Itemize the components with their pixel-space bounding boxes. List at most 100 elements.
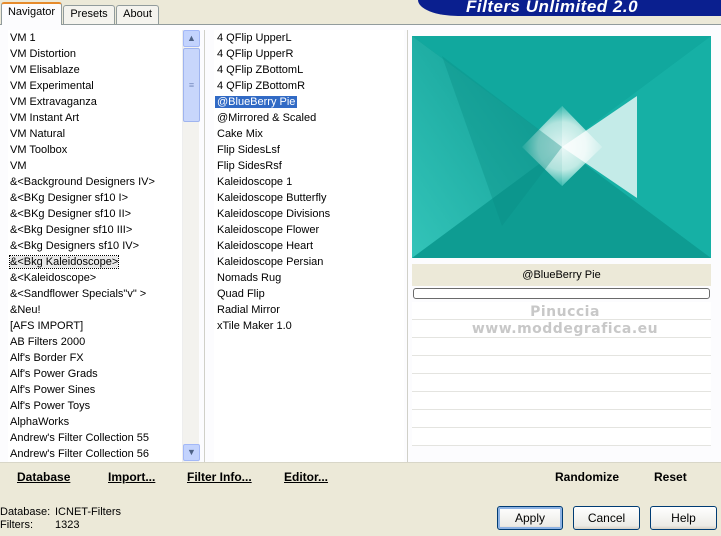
list-item-label: VM Experimental	[10, 80, 94, 92]
list-item-label: Kaleidoscope Persian	[217, 256, 324, 268]
list-item-label: Kaleidoscope Butterfly	[217, 192, 327, 204]
list-item-label: Radial Mirror	[217, 304, 280, 316]
list-item[interactable]: VM Natural	[8, 126, 182, 142]
list-item[interactable]: VM Elisablaze	[8, 62, 182, 78]
list-item[interactable]: &<Bkg Kaleidoscope>	[8, 254, 182, 270]
list-item-label: Quad Flip	[217, 288, 265, 300]
tab-about[interactable]: About	[116, 5, 159, 24]
list-item[interactable]: Alf's Power Toys	[8, 398, 182, 414]
list-item-label: VM Toolbox	[10, 144, 68, 156]
list-item[interactable]: AlphaWorks	[8, 414, 182, 430]
chevron-up-icon[interactable]: ▲	[183, 30, 200, 47]
list-item[interactable]: &<Background Designers IV>	[8, 174, 182, 190]
divider	[204, 30, 205, 462]
filter-info-link[interactable]: Filter Info...	[187, 470, 252, 484]
list-item[interactable]: Andrew's Filter Collection 55	[8, 430, 182, 446]
list-item[interactable]: Kaleidoscope Flower	[214, 222, 404, 238]
list-item-label: &<Sandflower Specials"v" >	[10, 288, 147, 300]
list-item-label: Kaleidoscope Flower	[217, 224, 320, 236]
tab-navigator[interactable]: Navigator	[1, 2, 62, 25]
list-item[interactable]: @Mirrored & Scaled	[214, 110, 404, 126]
editor-link[interactable]: Editor...	[284, 470, 328, 484]
database-link[interactable]: Database	[17, 470, 70, 484]
list-item-label: 4 QFlip UpperR	[217, 48, 294, 60]
list-item[interactable]: 4 QFlip UpperR	[214, 46, 404, 62]
list-item-label: Alf's Power Grads	[10, 368, 98, 380]
list-item-label: AlphaWorks	[10, 416, 70, 428]
list-item[interactable]: &<Kaleidoscope>	[8, 270, 182, 286]
list-item-label: AB Filters 2000	[10, 336, 86, 348]
list-item-label: Cake Mix	[217, 128, 263, 140]
list-item[interactable]: Radial Mirror	[214, 302, 404, 318]
list-item[interactable]: Alf's Power Grads	[8, 366, 182, 382]
scrollbar-thumb[interactable]: ≡	[183, 48, 200, 122]
list-item-label: &<BKg Designer sf10 I>	[10, 192, 129, 204]
list-item[interactable]: 4 QFlip UpperL	[214, 30, 404, 46]
list-item[interactable]: @BlueBerry Pie	[214, 94, 404, 110]
help-button[interactable]: Help	[650, 506, 717, 530]
divider	[407, 30, 408, 462]
randomize-button[interactable]: Randomize	[555, 470, 619, 484]
category-scrollbar[interactable]: ▲ ≡ ▼	[182, 30, 200, 462]
list-item-label: Andrew's Filter Collection 55	[10, 432, 150, 444]
list-item-label: &<Bkg Designers sf10 IV>	[10, 240, 140, 252]
list-item[interactable]: 4 QFlip ZBottomR	[214, 78, 404, 94]
tab-presets[interactable]: Presets	[63, 5, 115, 24]
list-item[interactable]: Kaleidoscope 1	[214, 174, 404, 190]
list-item[interactable]: [AFS IMPORT]	[8, 318, 182, 334]
list-item[interactable]: Kaleidoscope Divisions	[214, 206, 404, 222]
reset-button[interactable]: Reset	[654, 470, 687, 484]
chevron-down-icon[interactable]: ▼	[183, 444, 200, 461]
list-item[interactable]: VM Extravaganza	[8, 94, 182, 110]
list-item[interactable]: &Neu!	[8, 302, 182, 318]
list-item[interactable]: VM Instant Art	[8, 110, 182, 126]
list-item-label: Alf's Power Toys	[10, 400, 91, 412]
list-item[interactable]: &<Bkg Designer sf10 III>	[8, 222, 182, 238]
list-item-label: @Mirrored & Scaled	[217, 112, 317, 124]
list-item[interactable]: Alf's Border FX	[8, 350, 182, 366]
list-item[interactable]: Nomads Rug	[214, 270, 404, 286]
list-item-label: Flip SidesLsf	[217, 144, 280, 156]
list-item-label: &<Bkg Designer sf10 III>	[10, 224, 133, 236]
watermark: Pinuccia www.moddegrafica.eu	[471, 304, 659, 337]
list-item-label: &<Kaleidoscope>	[10, 272, 97, 284]
list-item[interactable]: Cake Mix	[214, 126, 404, 142]
list-item-label: [AFS IMPORT]	[10, 320, 84, 332]
list-item-label: 4 QFlip ZBottomR	[217, 80, 306, 92]
list-item[interactable]: VM Experimental	[8, 78, 182, 94]
list-item[interactable]: AB Filters 2000	[8, 334, 182, 350]
list-item[interactable]: Kaleidoscope Butterfly	[214, 190, 404, 206]
list-item[interactable]: VM 1	[8, 30, 182, 46]
list-item-label: Kaleidoscope Heart	[217, 240, 314, 252]
list-item[interactable]: Kaleidoscope Heart	[214, 238, 404, 254]
list-item[interactable]: Quad Flip	[214, 286, 404, 302]
list-item[interactable]: VM	[8, 158, 182, 174]
list-item[interactable]: Kaleidoscope Persian	[214, 254, 404, 270]
list-item-label: VM Extravaganza	[10, 96, 97, 108]
category-list[interactable]: VM 1 VM Distortion VM Elisablaze VM Experim…	[8, 30, 182, 462]
list-item-label: VM Instant Art	[10, 112, 80, 124]
list-item-label: VM	[10, 160, 27, 172]
list-item[interactable]: &<Sandflower Specials"v" >	[8, 286, 182, 302]
list-item-label: VM 1	[10, 32, 36, 44]
list-item[interactable]: Flip SidesLsf	[214, 142, 404, 158]
list-item[interactable]: Andrew's Filter Collection 56	[8, 446, 182, 462]
list-item-label: VM Natural	[10, 128, 66, 140]
apply-button[interactable]: Apply	[497, 506, 563, 530]
list-item[interactable]: Flip SidesRsf	[214, 158, 404, 174]
import-link[interactable]: Import...	[108, 470, 155, 484]
list-item[interactable]: xTile Maker 1.0	[214, 318, 404, 334]
list-item[interactable]: &<Bkg Designers sf10 IV>	[8, 238, 182, 254]
list-item-label: 4 QFlip ZBottomL	[217, 64, 304, 76]
list-item[interactable]: VM Distortion	[8, 46, 182, 62]
list-item[interactable]: VM Toolbox	[8, 142, 182, 158]
filter-list[interactable]: 4 QFlip UpperL 4 QFlip UpperR 4 QFlip ZBot…	[214, 30, 404, 462]
list-item[interactable]: &<BKg Designer sf10 I>	[8, 190, 182, 206]
status-filters-value: 1323	[55, 519, 80, 531]
cancel-button[interactable]: Cancel	[573, 506, 640, 530]
list-item[interactable]: &<BKg Designer sf10 II>	[8, 206, 182, 222]
status-filters-label: Filters:	[0, 519, 33, 531]
list-item[interactable]: 4 QFlip ZBottomL	[214, 62, 404, 78]
list-item[interactable]: Alf's Power Sines	[8, 382, 182, 398]
list-item-label: Nomads Rug	[217, 272, 282, 284]
